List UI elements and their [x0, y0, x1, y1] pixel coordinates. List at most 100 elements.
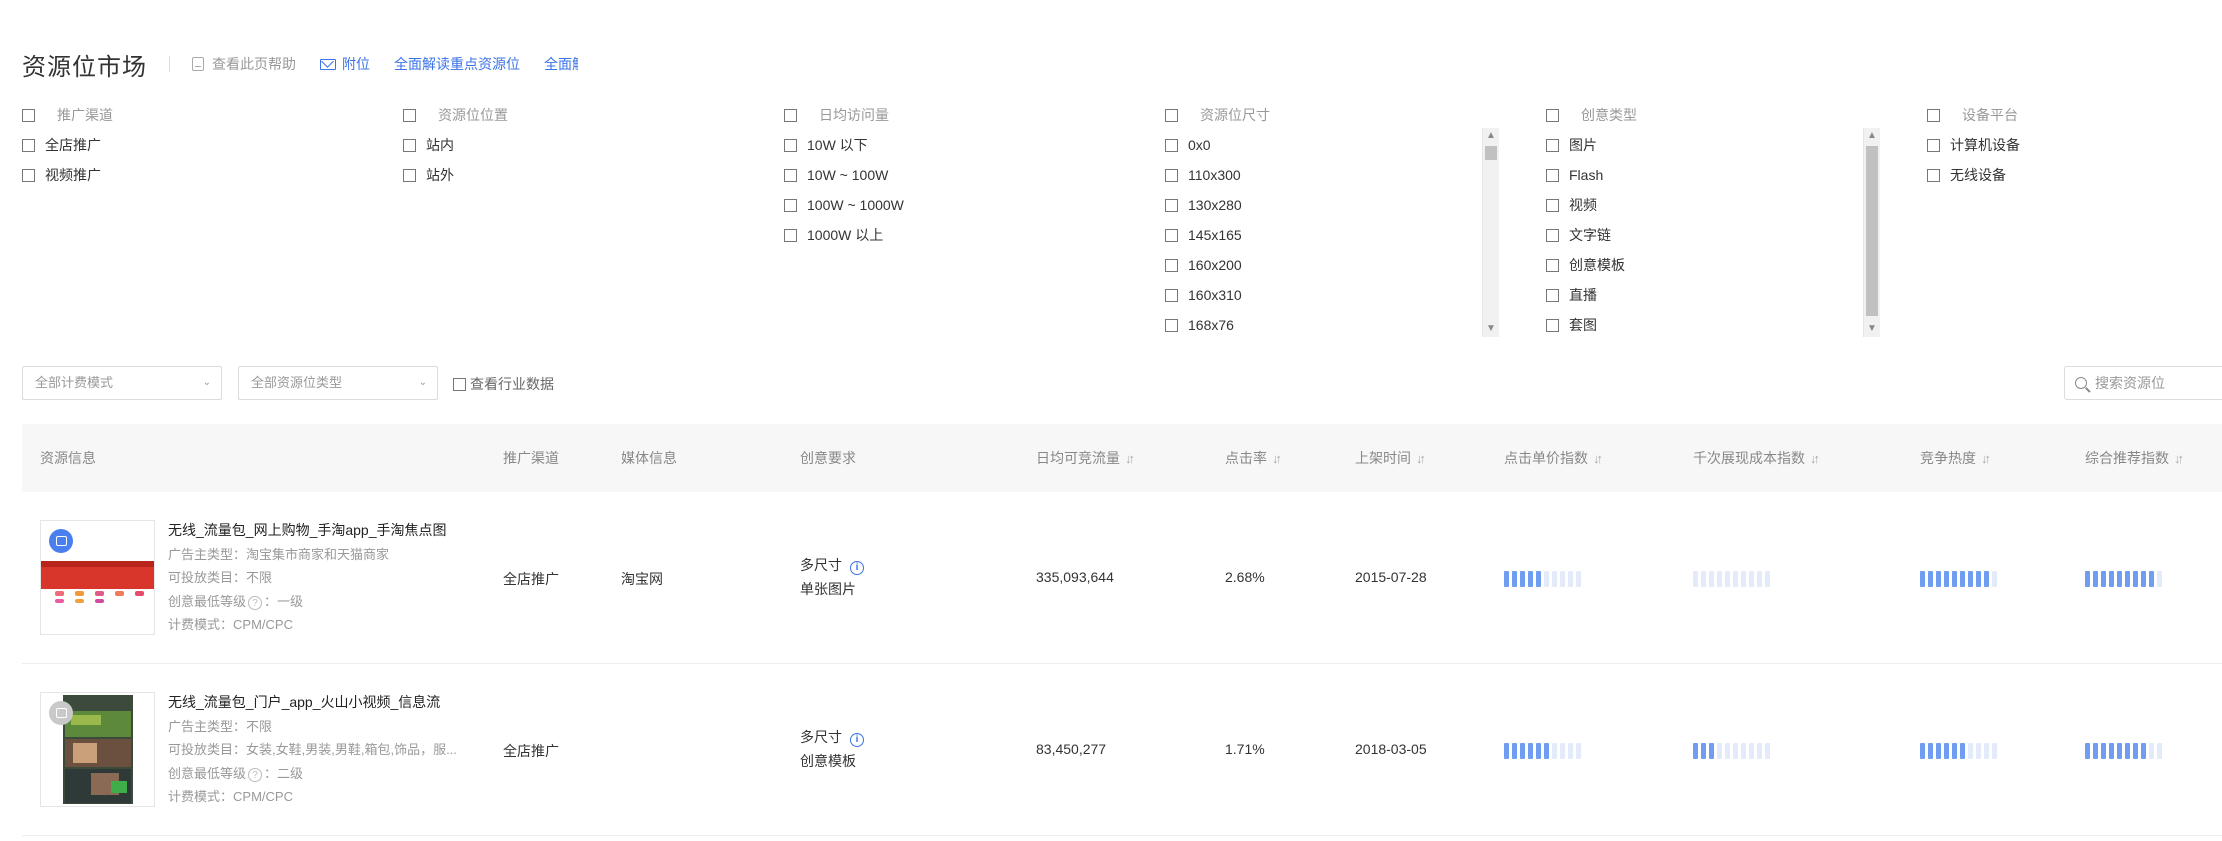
checkbox[interactable]: [1546, 318, 1559, 332]
checkbox[interactable]: [1165, 198, 1178, 212]
checkbox[interactable]: [1546, 168, 1559, 182]
industry-data-toggle[interactable]: 查看行业数据: [453, 374, 554, 394]
filter-option[interactable]: 0x0: [1165, 130, 1270, 160]
sort-icon[interactable]: ↓↑: [1810, 425, 1820, 493]
checkbox[interactable]: [1546, 138, 1559, 152]
filter-option[interactable]: 创意模板: [1546, 250, 1637, 280]
filter-creative-all[interactable]: 创意类型: [1546, 100, 1637, 130]
checkbox[interactable]: [1546, 288, 1559, 302]
filter-option[interactable]: 文字链: [1546, 220, 1637, 250]
checkbox[interactable]: [22, 108, 35, 122]
sort-icon[interactable]: ↓↑: [1981, 425, 1991, 493]
resource-title[interactable]: 无线_流量包_网上购物_手淘app_手淘焦点图: [168, 520, 447, 540]
col-cpm-index[interactable]: 千次展现成本指数 ↓↑: [1693, 424, 1820, 493]
col-traffic[interactable]: 日均可竞流量 ↓↑: [1036, 424, 1135, 493]
checkbox[interactable]: [1927, 108, 1940, 122]
filter-option[interactable]: 100W ~ 1000W: [784, 190, 904, 220]
filter-option[interactable]: 10W ~ 100W: [784, 160, 904, 190]
checkbox[interactable]: [453, 377, 466, 391]
guide-link[interactable]: 全面解读重点资源位: [394, 54, 520, 74]
checkbox[interactable]: [403, 168, 416, 182]
filter-option[interactable]: 145x165: [1165, 220, 1270, 250]
info-icon[interactable]: i: [850, 733, 864, 747]
mail-link[interactable]: 附位: [320, 54, 370, 74]
checkbox[interactable]: [1165, 288, 1178, 302]
help-icon[interactable]: ?: [248, 768, 263, 782]
checkbox[interactable]: [1927, 168, 1940, 182]
filter-option[interactable]: 110x300: [1165, 160, 1270, 190]
scroll-down-icon[interactable]: ▼: [1483, 321, 1499, 337]
checkbox[interactable]: [403, 138, 416, 152]
size-scrollbar[interactable]: ▲ ▼: [1482, 128, 1499, 337]
checkbox[interactable]: [1546, 108, 1559, 122]
search-input[interactable]: 搜索资源位: [2064, 366, 2222, 400]
checkbox[interactable]: [403, 108, 416, 122]
filter-traffic-all[interactable]: 日均访问量: [784, 100, 904, 130]
checkbox[interactable]: [22, 138, 35, 152]
help-link[interactable]: 查看此页帮助: [192, 54, 296, 74]
billing-mode-select[interactable]: 全部计费模式 ⌄: [22, 366, 222, 400]
scroll-down-icon[interactable]: ▼: [1864, 321, 1880, 337]
col-date[interactable]: 上架时间 ↓↑: [1355, 424, 1426, 493]
resource-type-select[interactable]: 全部资源位类型 ⌄: [238, 366, 438, 400]
filter-device-all[interactable]: 设备平台: [1927, 100, 2020, 130]
checkbox[interactable]: [22, 168, 35, 182]
resource-thumbnail[interactable]: [40, 520, 155, 635]
col-heat[interactable]: 竞争热度 ↓↑: [1920, 424, 1991, 493]
checkbox[interactable]: [784, 168, 797, 182]
filter-option[interactable]: 站外: [403, 160, 508, 190]
filter-option[interactable]: 无线设备: [1927, 160, 2020, 190]
sort-icon[interactable]: ↓↑: [2174, 425, 2184, 493]
table-row[interactable]: 无线_流量包_门户_app_火山小视频_信息流 广告主类型：不限 可投放类目：女…: [22, 664, 2222, 836]
filter-option[interactable]: Flash: [1546, 160, 1637, 190]
checkbox[interactable]: [784, 108, 797, 122]
filter-option[interactable]: 130x280: [1165, 190, 1270, 220]
scroll-up-icon[interactable]: ▲: [1864, 128, 1880, 144]
checkbox[interactable]: [1546, 258, 1559, 272]
checkbox[interactable]: [1165, 168, 1178, 182]
sort-icon[interactable]: ↓↑: [1125, 425, 1135, 493]
checkbox[interactable]: [1165, 258, 1178, 272]
filter-option[interactable]: 1000W 以上: [784, 220, 904, 250]
checkbox[interactable]: [1165, 138, 1178, 152]
filter-channel-all[interactable]: 推广渠道: [22, 100, 113, 130]
sort-icon[interactable]: ↓↑: [1416, 425, 1426, 493]
filter-option[interactable]: 视频推广: [22, 160, 113, 190]
table-row[interactable]: 无线_流量包_网上购物_手淘app_手淘焦点图 广告主类型：淘宝集市商家和天猫商…: [22, 492, 2222, 664]
checkbox[interactable]: [1165, 228, 1178, 242]
filter-option[interactable]: 计算机设备: [1927, 130, 2020, 160]
col-ctr[interactable]: 点击率 ↓↑: [1225, 424, 1282, 493]
filter-option[interactable]: 站内: [403, 130, 508, 160]
filter-option[interactable]: 全店推广: [22, 130, 113, 160]
checkbox[interactable]: [1546, 228, 1559, 242]
help-icon[interactable]: ?: [248, 596, 263, 610]
filter-option[interactable]: 168x76: [1165, 310, 1270, 340]
col-recommend[interactable]: 综合推荐指数 ↓↑: [2085, 424, 2184, 493]
more-link[interactable]: 全面解: [544, 54, 578, 74]
checkbox[interactable]: [1165, 108, 1178, 122]
checkbox[interactable]: [784, 138, 797, 152]
filter-option[interactable]: 160x200: [1165, 250, 1270, 280]
checkbox[interactable]: [784, 228, 797, 242]
resource-thumbnail[interactable]: [40, 692, 155, 807]
info-icon[interactable]: i: [850, 561, 864, 575]
scroll-thumb[interactable]: [1866, 146, 1878, 316]
checkbox[interactable]: [1927, 138, 1940, 152]
filter-option[interactable]: 直播: [1546, 280, 1637, 310]
filter-option[interactable]: 视频: [1546, 190, 1637, 220]
creative-scrollbar[interactable]: ▲ ▼: [1863, 128, 1880, 337]
filter-position-all[interactable]: 资源位位置: [403, 100, 508, 130]
checkbox[interactable]: [784, 198, 797, 212]
filter-option[interactable]: 160x310: [1165, 280, 1270, 310]
sort-icon[interactable]: ↓↑: [1593, 425, 1603, 493]
filter-option[interactable]: 套图: [1546, 310, 1637, 340]
col-cpc-index[interactable]: 点击单价指数 ↓↑: [1504, 424, 1603, 493]
filter-option[interactable]: 10W 以下: [784, 130, 904, 160]
scroll-thumb[interactable]: [1485, 146, 1497, 160]
filter-size-all[interactable]: 资源位尺寸: [1165, 100, 1270, 130]
sort-icon[interactable]: ↓↑: [1272, 425, 1282, 493]
resource-title[interactable]: 无线_流量包_门户_app_火山小视频_信息流: [168, 692, 440, 712]
checkbox[interactable]: [1546, 198, 1559, 212]
checkbox[interactable]: [1165, 318, 1178, 332]
scroll-up-icon[interactable]: ▲: [1483, 128, 1499, 144]
